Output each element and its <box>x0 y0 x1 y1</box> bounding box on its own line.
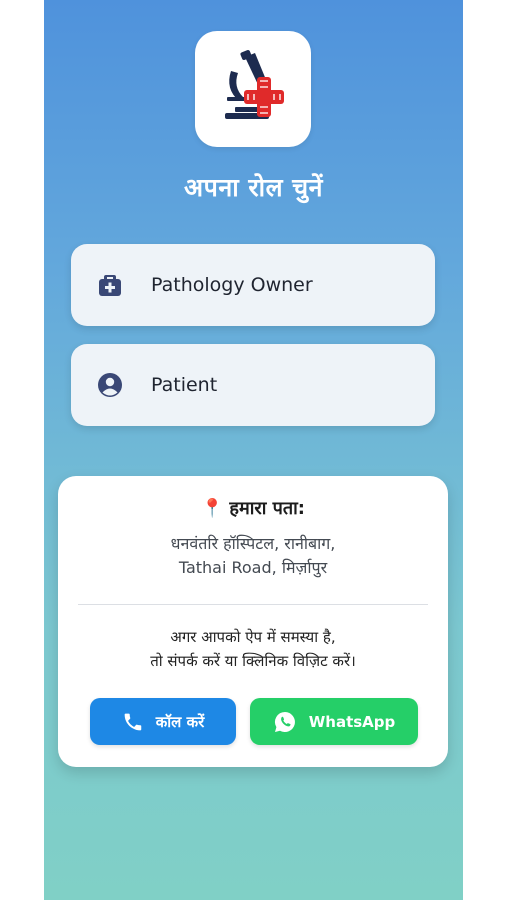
contact-card: 📍 हमारा पता: धनवंतरि हॉस्पिटल, रानीबाग, … <box>58 476 448 767</box>
app-screen: अपना रोल चुनें Pathology Owner Patient 📍… <box>44 0 463 900</box>
role-label: Patient <box>151 374 218 396</box>
help-text-line-1: अगर आपको ऐप में समस्या है, <box>170 628 336 646</box>
call-button[interactable]: कॉल करें <box>90 698 236 745</box>
phone-icon <box>124 713 142 730</box>
address-line-1: धनवंतरि हॉस्पिटल, रानीबाग, <box>170 534 336 553</box>
role-label: Pathology Owner <box>151 274 313 296</box>
address-heading: 📍 हमारा पता: <box>58 496 448 520</box>
microscope-medical-cross-icon <box>225 50 284 119</box>
role-card-patient[interactable]: Patient <box>71 344 435 426</box>
divider <box>78 604 428 605</box>
address-heading-text: हमारा पता: <box>229 498 306 519</box>
page-title: अपना रोल चुनें <box>184 173 323 202</box>
app-logo <box>195 31 311 147</box>
whatsapp-icon <box>274 711 295 732</box>
call-button-label: कॉल करें <box>155 712 205 731</box>
medical-bag-icon <box>99 275 121 296</box>
help-text-line-2: तो संपर्क करें या क्लिनिक विज़िट करें। <box>150 652 356 670</box>
address-line-2: Tathai Road, मिर्ज़ापुर <box>178 558 328 577</box>
role-card-pathology-owner[interactable]: Pathology Owner <box>71 244 435 326</box>
account-circle-icon <box>98 373 122 397</box>
whatsapp-button[interactable]: WhatsApp <box>250 698 418 745</box>
location-pin-icon: 📍 <box>200 497 224 519</box>
whatsapp-button-label: WhatsApp <box>308 712 396 731</box>
